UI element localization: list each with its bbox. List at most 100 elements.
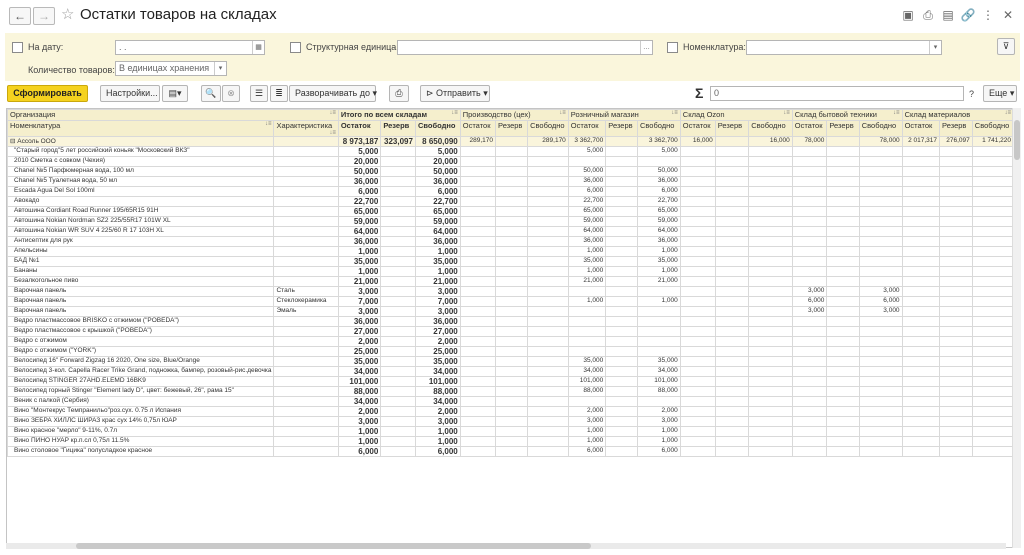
total-cell[interactable]: 20,000 (414, 156, 461, 167)
ozon-cell[interactable] (748, 266, 793, 277)
materials-cell[interactable] (901, 396, 941, 407)
ozon-cell[interactable] (714, 356, 750, 367)
materials-cell[interactable] (939, 396, 973, 407)
retail-cell[interactable]: 88,000 (567, 386, 607, 397)
item-char-cell[interactable] (273, 196, 339, 207)
retail-cell[interactable] (605, 306, 638, 317)
total-cell[interactable] (380, 306, 416, 317)
materials-cell[interactable] (971, 216, 1014, 227)
item-char-cell[interactable] (273, 176, 339, 187)
ozon-cell[interactable] (714, 296, 750, 307)
appliances-cell[interactable] (858, 396, 903, 407)
retail-cell[interactable]: 6,000 (567, 446, 607, 457)
save-icon[interactable]: ▣ (900, 7, 916, 23)
ozon-cell[interactable] (748, 326, 793, 337)
item-name-cell[interactable]: Chanel №5 Парфюмерная вода, 100 мл (7, 166, 275, 177)
ozon-cell[interactable] (714, 166, 750, 177)
appliances-cell[interactable] (858, 326, 903, 337)
total-cell[interactable]: 35,000 (414, 256, 461, 267)
struct-unit-checkbox[interactable] (290, 42, 301, 53)
appliances-cell[interactable] (858, 146, 903, 157)
date-field[interactable]: . . ▦ (115, 40, 265, 55)
item-char-cell[interactable] (273, 426, 339, 437)
char-header[interactable]: Характеристика ↓≡ (273, 120, 339, 137)
org-total-cell[interactable]: 289,170 (459, 136, 497, 147)
table-row[interactable]: Вино красное "мерло" 9-11%, 0.7л 1,000 1,0… (7, 426, 1014, 437)
total-cell[interactable] (380, 436, 416, 447)
subcol-header[interactable]: Остаток (791, 120, 828, 137)
org-total-cell[interactable]: 3 362,700 (636, 136, 681, 147)
total-cell[interactable]: 1,000 (414, 246, 461, 257)
appliances-cell[interactable] (858, 386, 903, 397)
production-cell[interactable] (459, 416, 497, 427)
ozon-cell[interactable] (748, 316, 793, 327)
total-cell[interactable]: 50,000 (414, 166, 461, 177)
table-row[interactable]: Варочная панель Сталь 3,000 3,000 3,000 3,000 (7, 286, 1014, 297)
ozon-cell[interactable] (679, 226, 716, 237)
org-total-cell[interactable]: 16,000 (679, 136, 716, 147)
table-row[interactable]: Варочная панель Эмаль 3,000 3,000 3,000 3,000 (7, 306, 1014, 317)
materials-cell[interactable] (901, 376, 941, 387)
materials-cell[interactable] (901, 196, 941, 207)
total-cell[interactable] (380, 246, 416, 257)
item-name-cell[interactable]: Апельсины (7, 246, 275, 257)
total-cell[interactable] (380, 416, 416, 427)
appliances-cell[interactable] (791, 376, 828, 387)
filter-funnel-button[interactable]: ⊽ (997, 38, 1015, 55)
appliances-cell[interactable] (826, 376, 860, 387)
total-cell[interactable]: 1,000 (337, 266, 382, 277)
total-cell[interactable]: 7,000 (414, 296, 461, 307)
item-name-cell[interactable]: Бананы (7, 266, 275, 277)
retail-cell[interactable] (636, 336, 681, 347)
appliances-cell[interactable] (858, 446, 903, 457)
materials-cell[interactable] (901, 316, 941, 327)
production-cell[interactable] (527, 286, 569, 297)
production-cell[interactable] (459, 176, 497, 187)
ozon-cell[interactable] (679, 446, 716, 457)
table-row[interactable]: Ведро с отжимом 2,000 2,000 (7, 336, 1014, 347)
item-name-cell[interactable]: "Старый город"5 лет российский коньяк "М… (7, 146, 275, 157)
item-char-cell[interactable] (273, 366, 339, 377)
production-cell[interactable] (459, 286, 497, 297)
appliances-cell[interactable] (826, 326, 860, 337)
total-cell[interactable] (380, 316, 416, 327)
production-cell[interactable] (459, 166, 497, 177)
item-name-cell[interactable]: Велосипед 16" Forward Zigzag 16 2020, On… (7, 356, 275, 367)
item-char-cell[interactable] (273, 276, 339, 287)
ozon-cell[interactable] (748, 156, 793, 167)
materials-cell[interactable] (939, 316, 973, 327)
total-cell[interactable] (380, 156, 416, 167)
item-name-cell[interactable]: Ведро пластмассовое с крышкой ("POBEDA") (7, 326, 275, 337)
total-cell[interactable]: 1,000 (337, 246, 382, 257)
item-char-cell[interactable] (273, 246, 339, 257)
materials-cell[interactable] (901, 356, 941, 367)
production-cell[interactable] (459, 326, 497, 337)
production-cell[interactable] (527, 176, 569, 187)
ozon-cell[interactable] (748, 356, 793, 367)
variant-menu-button[interactable]: ▤▾ (162, 85, 188, 102)
retail-cell[interactable]: 65,000 (567, 206, 607, 217)
materials-cell[interactable] (901, 146, 941, 157)
ozon-cell[interactable] (679, 276, 716, 287)
total-cell[interactable]: 65,000 (414, 206, 461, 217)
appliances-cell[interactable] (791, 166, 828, 177)
horizontal-scrollbar[interactable] (6, 543, 1006, 549)
materials-cell[interactable] (971, 226, 1014, 237)
ozon-cell[interactable] (748, 256, 793, 267)
total-cell[interactable]: 36,000 (414, 236, 461, 247)
retail-cell[interactable]: 3,000 (636, 416, 681, 427)
retail-cell[interactable] (605, 436, 638, 447)
retail-cell[interactable]: 36,000 (567, 236, 607, 247)
retail-cell[interactable] (605, 426, 638, 437)
total-cell[interactable] (380, 426, 416, 437)
ozon-cell[interactable] (679, 166, 716, 177)
production-cell[interactable] (459, 386, 497, 397)
ozon-cell[interactable] (679, 366, 716, 377)
total-cell[interactable]: 25,000 (414, 346, 461, 357)
appliances-cell[interactable] (826, 246, 860, 257)
date-checkbox[interactable] (12, 42, 23, 53)
total-cell[interactable] (380, 286, 416, 297)
table-row[interactable]: Вино ЗЕБРА ХИЛЛС ШИРАЗ крас сух 14% 0,75… (7, 416, 1014, 427)
total-cell[interactable]: 2,000 (414, 336, 461, 347)
ozon-cell[interactable] (714, 216, 750, 227)
